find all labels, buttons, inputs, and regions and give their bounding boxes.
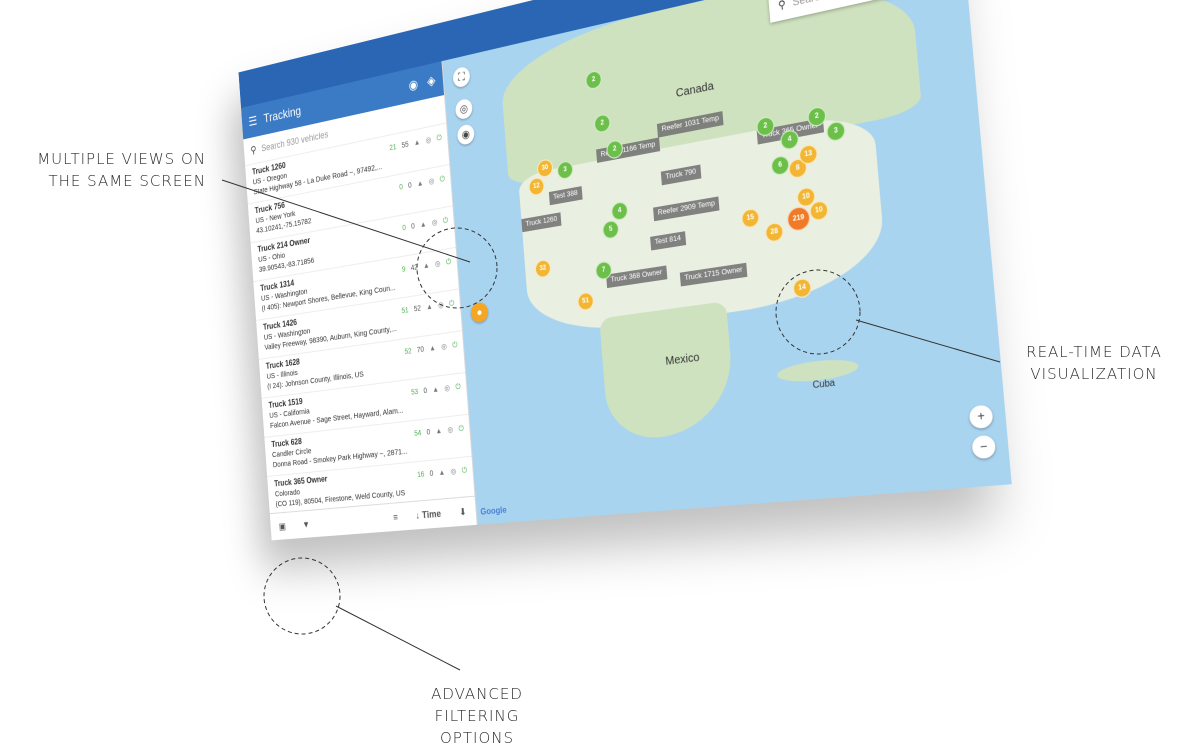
vehicle-stat-mph: 0 [423, 387, 428, 396]
label-cuba: Cuba [812, 377, 836, 391]
power-icon: ⏻ [436, 134, 443, 143]
map-view[interactable]: Canada Mexico Cuba Google ⚲ Search ⋮ ⛶ ◎… [442, 0, 1012, 525]
search-icon: ⚲ [250, 144, 257, 157]
google-logo: Google [480, 505, 507, 517]
vehicle-stat-mph: 0 [407, 182, 412, 191]
vehicle-stat-mph: 0 [410, 222, 416, 231]
target-icon[interactable]: ◎ [432, 218, 438, 230]
target-icon[interactable]: ◎ [425, 135, 431, 147]
download-icon[interactable]: ⬇ [450, 505, 476, 519]
callout-real-time-data: REAL-TIME DATA VISUALIZATION [1026, 343, 1162, 383]
power-icon: ⏻ [442, 216, 449, 226]
vehicle-stat-sec: 54 [413, 429, 422, 438]
direction-icon: ▲ [435, 427, 443, 436]
locate-icon[interactable]: ◎ [454, 97, 473, 121]
vehicle-stat-sec: 0 [402, 224, 407, 233]
power-icon: ⏻ [461, 467, 468, 476]
vehicle-list: Truck 1260 US - Oregon State Highway 58 - … [245, 123, 475, 517]
vehicle-stat-sec: 52 [404, 347, 412, 357]
zoom-out-button[interactable]: − [971, 434, 997, 460]
vehicle-stat-mph: 52 [413, 305, 422, 314]
target-icon[interactable]: ◎ [428, 177, 434, 189]
dashboard-icon[interactable]: ◉ [408, 76, 419, 93]
power-icon: ⏻ [445, 258, 452, 267]
map-toggle-icon[interactable]: ▣ [270, 520, 294, 533]
vehicle-stat-mph: 0 [426, 428, 431, 437]
vehicle-stat-sec: 21 [389, 143, 397, 153]
target-icon[interactable]: ◎ [441, 342, 447, 353]
power-icon: ⏻ [439, 175, 446, 184]
direction-icon: ▲ [429, 344, 437, 353]
zoom-in-button[interactable]: + [968, 404, 994, 430]
dashboard-icon[interactable]: ◉ [456, 123, 475, 146]
vehicle-cluster[interactable]: 14 [792, 277, 813, 299]
search-icon: ⚲ [777, 0, 787, 11]
fullscreen-icon[interactable]: ⛶ [452, 65, 471, 89]
target-icon[interactable]: ◎ [444, 384, 450, 395]
layers-icon[interactable]: ◈ [427, 72, 437, 89]
vehicle-stat-mph: 42 [410, 263, 419, 273]
direction-icon: ▲ [419, 220, 427, 230]
direction-icon: ▲ [438, 469, 446, 478]
power-icon: ⏻ [452, 341, 458, 350]
vehicle-stat-sec: 9 [401, 265, 406, 274]
filter-icon[interactable]: ▼ [294, 518, 319, 530]
direction-icon: ▲ [416, 179, 424, 189]
street-view-icon[interactable]: ● [470, 301, 489, 324]
sort-time-button[interactable]: ↓ Time [406, 507, 450, 521]
mexico-land [599, 301, 737, 443]
callout-multiple-views: MULTIPLE VIEWS ON THE SAME SCREEN [37, 150, 206, 190]
target-icon[interactable]: ◎ [435, 259, 441, 271]
direction-icon: ▲ [426, 303, 433, 312]
tablet-screen-wrap: 🔔 ● ☰ Tracking ◉ ◈ ⚲ Search 930 vehicles… [215, 0, 1015, 630]
callout-advanced-filtering: ADVANCED FILTERING OPTIONS [431, 685, 523, 747]
direction-icon: ▲ [422, 262, 430, 271]
vehicle-stat-sec: 53 [410, 388, 419, 397]
app-screen: 🔔 ● ☰ Tracking ◉ ◈ ⚲ Search 930 vehicles… [238, 0, 1012, 541]
power-icon: ⏻ [448, 299, 455, 309]
power-icon: ⏻ [455, 383, 461, 392]
map-search-placeholder: Search [792, 0, 826, 8]
vehicle-stat-mph: 70 [416, 346, 425, 355]
target-icon[interactable]: ◎ [438, 301, 444, 312]
vehicle-stat-mph: 55 [401, 141, 409, 150]
target-icon[interactable]: ◎ [447, 425, 453, 436]
vehicle-stat-sec: 16 [417, 471, 425, 480]
target-icon[interactable]: ◎ [450, 467, 456, 478]
direction-icon: ▲ [413, 138, 421, 148]
sidebar: ☰ Tracking ◉ ◈ ⚲ Search 930 vehicles Tru… [241, 61, 478, 541]
menu-icon[interactable]: ☰ [248, 113, 258, 129]
sort-settings-icon[interactable]: ≡ [384, 511, 407, 523]
direction-icon: ▲ [432, 386, 440, 395]
vehicle-stat-sec: 51 [401, 306, 409, 316]
vehicle-stat-mph: 0 [429, 470, 434, 479]
vehicle-stat-sec: 0 [399, 183, 404, 192]
power-icon: ⏻ [458, 425, 465, 434]
